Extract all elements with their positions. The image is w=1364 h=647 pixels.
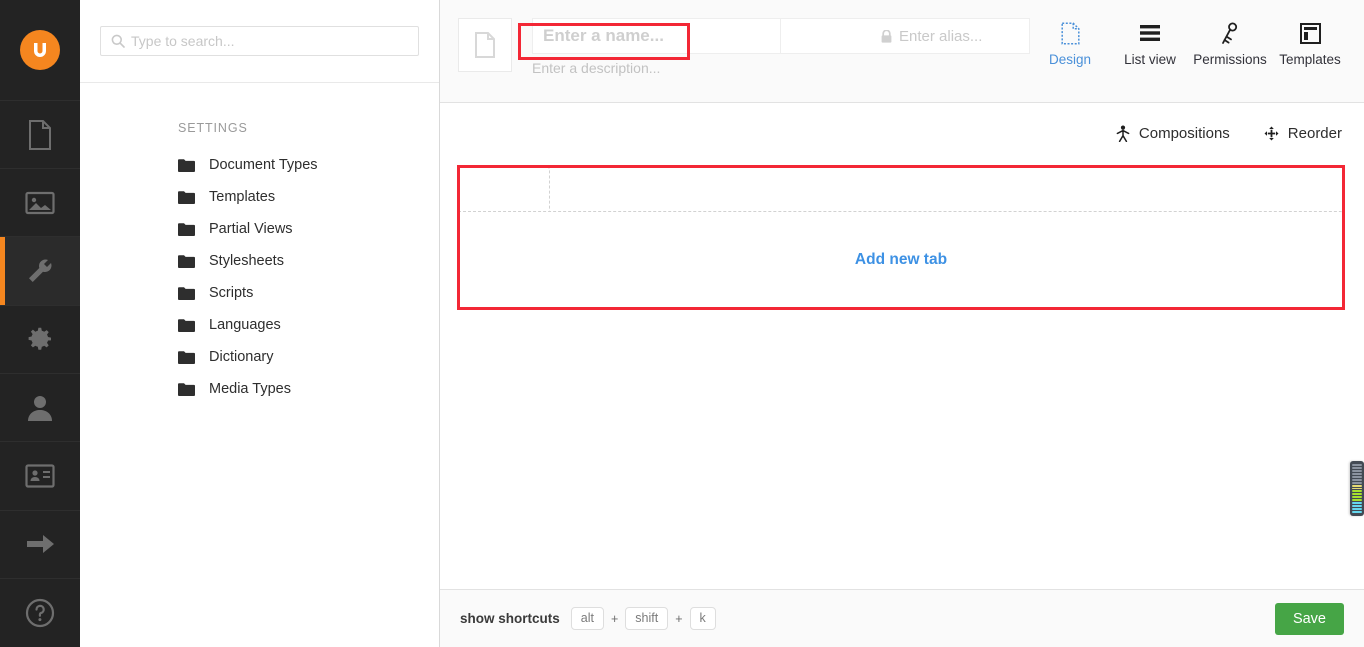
header-name-row [532, 18, 1030, 54]
folder-icon [178, 382, 195, 396]
document-type-editor: Design List view Permissions [440, 0, 1364, 647]
description-input[interactable] [532, 60, 792, 76]
question-circle-icon [25, 598, 55, 628]
tree-item-label: Partial Views [209, 221, 293, 237]
show-shortcuts-button[interactable]: show shortcuts alt + shift + k [460, 607, 716, 630]
tab-label: List view [1124, 52, 1176, 67]
save-button[interactable]: Save [1274, 602, 1344, 635]
tree-item-scripts[interactable]: Scripts [80, 277, 439, 309]
design-actions: Compositions Reorder [440, 103, 1364, 142]
reorder-move-icon [1264, 126, 1279, 141]
umbraco-logo-icon [20, 29, 60, 70]
tree-item-partial-views[interactable]: Partial Views [80, 213, 439, 245]
search-input[interactable] [131, 33, 418, 49]
key-k: k [689, 607, 716, 630]
permissions-key-icon [1220, 20, 1240, 46]
tree-item-label: Media Types [209, 381, 291, 397]
document-outline-icon [474, 32, 496, 58]
document-icon [27, 119, 53, 150]
key-alt: alt [570, 607, 604, 630]
key-separator: + [610, 611, 619, 626]
add-new-tab-button[interactable]: Add new tab [855, 251, 947, 269]
gear-icon [26, 325, 54, 353]
key-separator: + [675, 611, 683, 626]
sidebar-item-media[interactable] [0, 169, 80, 238]
folder-icon [178, 254, 195, 268]
umbraco-backoffice: SETTINGS Document Types Templates Partia… [0, 0, 1364, 647]
member-card-icon [25, 464, 55, 488]
tab-design[interactable]: Design [1030, 20, 1110, 67]
arrow-right-icon [25, 532, 55, 556]
search-icon [111, 34, 125, 48]
tree-item-languages[interactable]: Languages [80, 309, 439, 341]
tabs-canvas: Add new tab [458, 166, 1344, 309]
shortcuts-label: show shortcuts [460, 611, 560, 626]
editor-header: Design List view Permissions [440, 0, 1364, 103]
tree-item-label: Document Types [209, 157, 318, 173]
tab-label: Design [1048, 52, 1092, 67]
header-fields [532, 18, 1030, 78]
tree-item-stylesheets[interactable]: Stylesheets [80, 245, 439, 277]
section-tree-panel: SETTINGS Document Types Templates Partia… [80, 0, 440, 647]
document-type-thumbnail[interactable] [458, 18, 512, 72]
action-label: Reorder [1287, 125, 1342, 142]
tree-search-container [80, 0, 439, 83]
editor-tabs: Design List view Permissions Templates [1030, 18, 1364, 67]
editor-body: Compositions Reorder Add new tab [440, 103, 1364, 589]
tree-item-label: Languages [209, 317, 281, 333]
tab-label: Templates [1279, 52, 1341, 67]
sidebar-item-packages[interactable] [0, 306, 80, 374]
list-view-icon [1139, 20, 1161, 46]
design-page-icon [1060, 20, 1080, 46]
tree-item-dictionary[interactable]: Dictionary [80, 341, 439, 373]
tree-item-document-types[interactable]: Document Types [80, 149, 439, 181]
folder-icon [178, 350, 195, 364]
tree-list: Document Types Templates Partial Views S… [80, 149, 439, 405]
sidebar-item-help[interactable] [0, 579, 80, 647]
sidebar-item-content[interactable] [0, 101, 80, 170]
folder-icon [178, 318, 195, 332]
folder-icon [178, 158, 195, 172]
alias-input[interactable] [899, 27, 987, 45]
tree-item-templates[interactable]: Templates [80, 181, 439, 213]
compositions-icon [1116, 125, 1130, 142]
tab-permissions[interactable]: Permissions [1190, 20, 1270, 67]
code-minimap-scrollbar[interactable] [1350, 461, 1364, 516]
key-shift: shift [625, 607, 669, 630]
tree-item-label: Templates [209, 189, 276, 205]
compositions-button[interactable]: Compositions [1116, 125, 1230, 142]
tree-item-media-types[interactable]: Media Types [80, 373, 439, 405]
image-icon [25, 190, 55, 216]
folder-icon [178, 286, 195, 300]
tab-templates[interactable]: Templates [1270, 20, 1350, 67]
tree-item-label: Stylesheets [209, 253, 284, 269]
app-navigation-rail [0, 0, 80, 647]
sidebar-item-users[interactable] [0, 374, 80, 443]
tab-placeholder-stub[interactable] [458, 166, 550, 212]
tree-item-label: Scripts [209, 285, 254, 301]
search-box[interactable] [100, 26, 419, 56]
lock-icon[interactable] [881, 29, 892, 43]
reorder-button[interactable]: Reorder [1264, 125, 1342, 142]
folder-icon [178, 190, 195, 204]
sidebar-item-settings[interactable] [0, 237, 80, 306]
sidebar-item-forms[interactable] [0, 511, 80, 579]
tab-list-view[interactable]: List view [1110, 20, 1190, 67]
tab-label: Permissions [1193, 52, 1267, 67]
alias-field[interactable] [780, 18, 1030, 54]
name-input[interactable] [532, 18, 780, 54]
user-icon [27, 394, 53, 422]
editor-footer: show shortcuts alt + shift + k Save [440, 589, 1364, 647]
wrench-icon [26, 257, 54, 285]
umbraco-logo[interactable] [0, 0, 80, 101]
folder-icon [178, 222, 195, 236]
tree-heading: SETTINGS [178, 121, 248, 135]
templates-layout-icon [1299, 20, 1321, 46]
sidebar-item-members[interactable] [0, 442, 80, 511]
tab-drop-zone[interactable]: Add new tab [458, 211, 1344, 309]
tree-item-label: Dictionary [209, 349, 274, 365]
action-label: Compositions [1138, 125, 1230, 142]
